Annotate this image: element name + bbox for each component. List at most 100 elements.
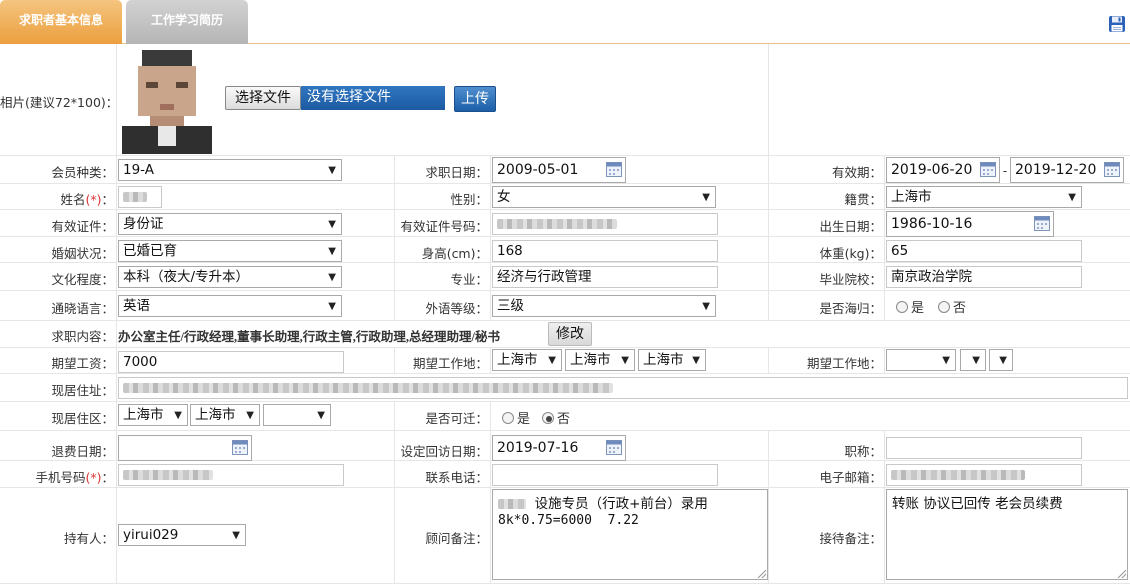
email-input[interactable]: [886, 464, 1082, 486]
chevron-down-icon: ▼: [1068, 192, 1076, 203]
holder-select[interactable]: yirui029 ▼: [118, 524, 246, 546]
workplace-province-select[interactable]: 上海市 ▼: [492, 349, 562, 371]
save-icon[interactable]: [1108, 15, 1126, 33]
address-input[interactable]: [118, 377, 1128, 399]
visit-date-input[interactable]: 2019-07-16: [492, 435, 626, 461]
gender-label: 性别：: [450, 192, 488, 207]
chevron-down-icon: ▼: [621, 355, 629, 366]
photo-label: 相片(建议72*100)：: [0, 95, 119, 110]
chevron-down-icon: ▼: [702, 192, 710, 203]
chevron-down-icon: ▼: [317, 410, 325, 421]
applicant-photo: [118, 46, 216, 154]
radio-selected-icon: [542, 412, 554, 424]
job-date-input[interactable]: 2009-05-01: [492, 157, 626, 183]
calendar-icon[interactable]: [232, 440, 248, 455]
chevron-down-icon: ▼: [942, 355, 950, 366]
relocatable-yes-radio[interactable]: 是: [502, 408, 530, 427]
native-place-label: 籍贯：: [844, 192, 882, 207]
major-input[interactable]: 经济与行政管理: [492, 266, 718, 288]
valid-end-input[interactable]: 2019-12-20: [1010, 157, 1124, 183]
calendar-icon[interactable]: [606, 440, 622, 455]
workplace-2-province-select[interactable]: ▼: [886, 349, 956, 371]
expected-workplace-label: 期望工作地：: [412, 356, 488, 371]
address-label: 现居住址：: [51, 383, 114, 398]
reception-note-textarea[interactable]: 转账 协议已回传 老会员续费: [886, 489, 1128, 580]
calendar-icon[interactable]: [980, 162, 996, 177]
advisor-note-textarea[interactable]: 设施专员（行政+前台）录用 8k*0.75=6000 7.22: [492, 489, 768, 580]
member-type-select[interactable]: 19-A ▼: [118, 159, 342, 181]
telephone-input[interactable]: [492, 464, 718, 486]
refund-date-input[interactable]: [118, 435, 252, 461]
chevron-down-icon: ▼: [692, 355, 700, 366]
radio-icon: [938, 301, 950, 313]
calendar-icon[interactable]: [1034, 216, 1050, 231]
relocatable-label: 是否可迁：: [425, 411, 488, 426]
tab-work-study-resume[interactable]: 工作学习简历: [126, 0, 248, 44]
id-type-label: 有效证件：: [51, 219, 114, 234]
mobile-input[interactable]: [118, 464, 344, 486]
id-type-select[interactable]: 身份证 ▼: [118, 213, 342, 235]
marital-status-label: 婚姻状况：: [51, 246, 114, 261]
school-input[interactable]: 南京政治学院: [886, 266, 1082, 288]
workplace-2-city-select[interactable]: ▼: [960, 349, 986, 371]
choose-file-button[interactable]: 选择文件: [225, 86, 301, 110]
calendar-icon[interactable]: [1104, 162, 1120, 177]
workplace-city-select[interactable]: 上海市 ▼: [565, 349, 635, 371]
mobile-label: 手机号码(*)：: [35, 470, 114, 485]
job-title-input[interactable]: [886, 437, 1082, 459]
native-place-select[interactable]: 上海市 ▼: [886, 186, 1082, 208]
relocatable-no-radio[interactable]: 否: [542, 408, 570, 427]
residence-district-label: 现居住区：: [51, 411, 114, 426]
id-number-input[interactable]: [492, 213, 718, 235]
name-input[interactable]: [118, 186, 162, 208]
resize-grip-icon[interactable]: [758, 570, 766, 578]
birth-date-input[interactable]: 1986-10-16: [886, 211, 1054, 237]
member-type-label: 会员种类：: [51, 165, 114, 180]
chevron-down-icon: ▼: [972, 355, 980, 366]
id-number-label: 有效证件号码：: [400, 219, 488, 234]
advisor-note-label: 顾问备注：: [425, 531, 488, 546]
job-content-text: 办公室主任/行政经理,董事长助理,行政主管,行政助理,总经理助理/秘书: [118, 330, 500, 344]
height-input[interactable]: 168: [492, 240, 718, 262]
chevron-down-icon: ▼: [328, 301, 336, 312]
expected-salary-input[interactable]: 7000: [118, 351, 344, 373]
foreign-level-select[interactable]: 三级 ▼: [492, 295, 716, 317]
chevron-down-icon: ▼: [328, 272, 336, 283]
chevron-down-icon: ▼: [702, 301, 710, 312]
calendar-icon[interactable]: [606, 162, 622, 177]
chevron-down-icon: ▼: [328, 246, 336, 257]
radio-icon: [502, 412, 514, 424]
language-select[interactable]: 英语 ▼: [118, 295, 342, 317]
language-label: 通晓语言：: [51, 301, 114, 316]
modify-button[interactable]: 修改: [548, 322, 592, 346]
valid-start-input[interactable]: 2019-06-20: [886, 157, 1000, 183]
refund-date-label: 退费日期：: [51, 444, 114, 459]
residence-area-select[interactable]: ▼: [263, 404, 331, 426]
education-select[interactable]: 本科（夜大/专升本） ▼: [118, 266, 342, 288]
upload-button[interactable]: 上传: [454, 86, 496, 112]
chevron-down-icon: ▼: [999, 355, 1007, 366]
tab-basic-info[interactable]: 求职者基本信息: [0, 0, 122, 44]
chevron-down-icon: ▼: [548, 355, 556, 366]
job-title-label: 职称：: [844, 444, 882, 459]
chevron-down-icon: ▼: [328, 219, 336, 230]
weight-label: 体重(kg)：: [819, 246, 882, 261]
workplace-district-select[interactable]: 上海市 ▼: [638, 349, 706, 371]
radio-icon: [896, 301, 908, 313]
returnee-label: 是否海归：: [819, 301, 882, 316]
returnee-no-radio[interactable]: 否: [938, 297, 966, 316]
chevron-down-icon: ▼: [174, 410, 182, 421]
returnee-yes-radio[interactable]: 是: [896, 297, 924, 316]
residence-province-select[interactable]: 上海市 ▼: [118, 404, 188, 426]
resize-grip-icon[interactable]: [1118, 570, 1126, 578]
workplace-2-district-select[interactable]: ▼: [989, 349, 1013, 371]
holder-label: 持有人：: [63, 531, 114, 546]
residence-city-select[interactable]: 上海市 ▼: [190, 404, 260, 426]
marital-status-select[interactable]: 已婚已育 ▼: [118, 240, 342, 262]
foreign-level-label: 外语等级：: [425, 301, 488, 316]
valid-period-label: 有效期：: [831, 165, 882, 180]
telephone-label: 联系电话：: [425, 470, 488, 485]
weight-input[interactable]: 65: [886, 240, 1082, 262]
valid-separator: -: [1002, 163, 1008, 178]
gender-select[interactable]: 女 ▼: [492, 186, 716, 208]
